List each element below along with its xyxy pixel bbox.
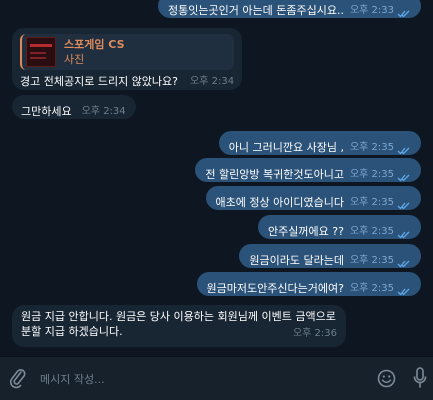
message-incoming[interactable]: 스포게임 CS 사진 경고 전체공지로 드리지 않았나요? 오후 2:34 bbox=[12, 28, 242, 90]
double-check-icon bbox=[397, 231, 410, 239]
message-outgoing[interactable]: 애초에 정상 아이디였습니다 오후 2:35 bbox=[205, 186, 421, 210]
double-check-icon bbox=[397, 147, 410, 155]
message-outgoing[interactable]: 정통잇는곳인거 아는데 돈좀주십시요.. 오후 2:33 bbox=[158, 0, 421, 18]
double-check-icon bbox=[397, 10, 410, 18]
message-text: 경고 전체공지로 드리지 않았나요? bbox=[20, 75, 179, 88]
double-check-icon bbox=[397, 260, 410, 268]
message-incoming[interactable]: 원금 지급 안합니다. 원금은 당사 이용하는 회원님께 이벤트 금액으로 분할… bbox=[12, 305, 346, 347]
message-text: 원금이라도 달라는데 bbox=[249, 254, 344, 267]
reply-sender: 스포게임 CS bbox=[64, 38, 125, 51]
message-text: 안주실꺼에요 ?? bbox=[268, 225, 344, 238]
message-time: 오후 2:35 bbox=[349, 255, 394, 266]
reply-preview[interactable]: 스포게임 CS 사진 bbox=[20, 34, 234, 70]
message-text: 정통잇는곳인거 아는데 돈좀주십시요.. bbox=[168, 4, 344, 17]
message-text: 애초에 정상 아이디였습니다 bbox=[215, 196, 344, 209]
reply-caption: 사진 bbox=[64, 53, 85, 66]
message-input[interactable]: 메시지 작성... bbox=[40, 371, 105, 387]
message-text: 원금마저도안주신다는거에여? bbox=[206, 282, 344, 295]
message-time: 오후 2:35 bbox=[349, 142, 394, 153]
message-time: 오후 2:35 bbox=[349, 226, 394, 237]
double-check-icon bbox=[397, 288, 410, 296]
message-time: 오후 2:36 bbox=[292, 328, 337, 339]
message-composer: 메시지 작성... bbox=[0, 356, 433, 400]
message-time: 오후 2:34 bbox=[190, 76, 235, 87]
message-text: 아니 그러니깐요 사장님 , bbox=[228, 141, 344, 154]
message-outgoing[interactable]: 원금마저도안주신다는거에여? 오후 2:35 bbox=[196, 272, 421, 296]
message-text: 분할 지급 하겠습니다. bbox=[21, 325, 123, 338]
microphone-icon[interactable] bbox=[413, 367, 427, 389]
message-time: 오후 2:35 bbox=[349, 283, 394, 294]
message-outgoing[interactable]: 원금이라도 달라는데 오후 2:35 bbox=[239, 244, 421, 268]
message-time: 오후 2:35 bbox=[349, 197, 394, 208]
message-outgoing[interactable]: 안주실꺼에요 ?? 오후 2:35 bbox=[258, 215, 421, 239]
message-outgoing[interactable]: 아니 그러니깐요 사장님 , 오후 2:35 bbox=[218, 131, 421, 155]
message-incoming[interactable]: 그만하세요 오후 2:34 bbox=[12, 95, 136, 119]
message-text: 그만하세요 bbox=[21, 105, 72, 118]
message-time: 오후 2:35 bbox=[349, 169, 394, 180]
chat-area: 정통잇는곳인거 아는데 돈좀주십시요.. 오후 2:33 스포게임 CS 사진 … bbox=[0, 0, 433, 356]
paperclip-icon[interactable] bbox=[9, 367, 27, 389]
reply-thumbnail bbox=[26, 37, 56, 67]
message-time: 오후 2:34 bbox=[81, 106, 126, 117]
message-time: 오후 2:33 bbox=[349, 5, 394, 16]
message-text: 전 할린앙방 복귀한것도아니고 bbox=[205, 168, 344, 181]
emoji-icon[interactable] bbox=[377, 369, 396, 388]
message-outgoing[interactable]: 전 할린앙방 복귀한것도아니고 오후 2:35 bbox=[195, 158, 421, 182]
message-text: 원금 지급 안합니다. 원금은 당사 이용하는 회원님께 이벤트 금액으로 bbox=[21, 310, 336, 323]
double-check-icon bbox=[397, 174, 410, 182]
double-check-icon bbox=[397, 202, 410, 210]
